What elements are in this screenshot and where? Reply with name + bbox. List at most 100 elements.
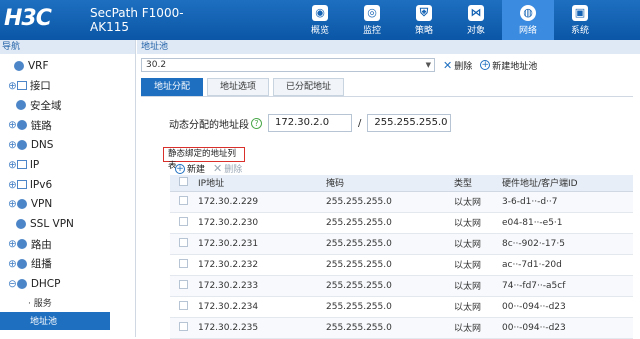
sidebar-item-ssl-vpn[interactable]: SSL VPN: [8, 214, 135, 234]
close-icon: ✕: [213, 162, 223, 175]
expand-icon: ⊕: [8, 178, 17, 191]
system-icon: ▣: [572, 4, 588, 21]
nav-label: 对象: [466, 25, 485, 36]
multicast-icon: [16, 258, 27, 269]
column-ip[interactable]: IP地址: [196, 175, 326, 192]
cell-type: 以太网: [454, 191, 498, 213]
ssl-vpn-icon: [16, 219, 26, 230]
nav-system[interactable]: ▣ 系统: [554, 0, 606, 40]
table-row[interactable]: 172.30.2.230 255.255.255.0 以太网 e04-81··-…: [170, 212, 633, 234]
sidebar-item-link[interactable]: ⊕ 链路: [8, 115, 135, 135]
cell-mask: 255.255.255.0: [326, 191, 454, 213]
row-checkbox[interactable]: [170, 212, 196, 234]
top-header: H3C SecPath F1000-AK115 ◉ 概览 ◎ 监控 ⛨ 策略 ⋈…: [0, 0, 640, 40]
cell-hw: 00··-094··-d23: [498, 296, 633, 318]
row-checkbox[interactable]: [170, 233, 196, 255]
table-row[interactable]: 172.30.2.229 255.255.255.0 以太网 3-6-d1··-…: [170, 191, 633, 213]
table-row[interactable]: 172.30.2.233 255.255.255.0 以太网 74··-fd7·…: [170, 275, 633, 297]
range-mask-input[interactable]: 255.255.255.0: [367, 114, 452, 132]
vpn-icon: [16, 199, 27, 210]
tab-address-allocation[interactable]: 地址分配: [141, 78, 204, 96]
cell-hw: 3-6-d1··-d··7: [498, 191, 633, 213]
static-binding-table: IP地址 掩码 类型 硬件地址/客户端ID 172.30.2.229 255.2…: [170, 175, 633, 339]
delete-pool-button[interactable]: ✕ 删除: [443, 59, 472, 72]
dynamic-range-row: 动态分配的地址段 ? 172.30.2.0 / 255.255.255.0: [169, 114, 452, 132]
cell-ip: 172.30.2.229: [196, 191, 326, 213]
sidebar-item-ipv6[interactable]: ⊕ IPv6: [8, 175, 135, 195]
column-hw-address[interactable]: 硬件地址/客户端ID: [498, 175, 633, 192]
sidebar-item-vrf[interactable]: VRF: [8, 56, 135, 76]
cell-ip: 172.30.2.232: [196, 254, 326, 276]
pool-select[interactable]: 30.2 ▼: [141, 58, 435, 72]
row-checkbox[interactable]: [170, 254, 196, 276]
dns-icon: [16, 140, 27, 151]
monitor-icon: ◎: [364, 4, 380, 21]
tab-allocated-addresses[interactable]: 已分配地址: [273, 78, 345, 96]
sidebar-item-security-zone[interactable]: 安全域: [8, 96, 135, 116]
cell-mask: 255.255.255.0: [326, 233, 454, 255]
column-mask[interactable]: 掩码: [326, 175, 454, 192]
row-checkbox[interactable]: [170, 296, 196, 318]
range-start-input[interactable]: 172.30.2.0: [268, 114, 352, 132]
row-checkbox[interactable]: [170, 191, 196, 213]
collapse-icon: ⊖: [8, 277, 17, 290]
static-binding-title: 静态绑定的地址列表: [163, 147, 245, 171]
sidebar-item-dns[interactable]: ⊕ DNS: [8, 135, 135, 155]
plus-icon: +: [175, 163, 185, 174]
cell-type: 以太网: [454, 317, 498, 339]
tab-address-options[interactable]: 地址选项: [207, 78, 270, 96]
help-icon[interactable]: ?: [251, 117, 262, 129]
device-model: SecPath F1000-AK115: [90, 6, 184, 34]
cell-mask: 255.255.255.0: [326, 254, 454, 276]
nav-network[interactable]: ◍ 网络: [502, 0, 554, 40]
ipv6-icon: [16, 180, 27, 190]
select-all-checkbox[interactable]: [170, 175, 196, 192]
nav-overview[interactable]: ◉ 概览: [294, 0, 346, 40]
nav-monitor[interactable]: ◎ 监控: [346, 0, 398, 40]
new-binding-button[interactable]: 新建: [187, 162, 205, 175]
main-content: 地址池 30.2 ▼ ✕ 删除 + 新建地址池 地址分配 地址选项 已分配地址 …: [137, 40, 640, 339]
delete-binding-button[interactable]: 删除: [224, 162, 242, 175]
nav-label: 系统: [570, 25, 589, 36]
chevron-down-icon: ▼: [425, 61, 431, 69]
vrf-icon: [14, 60, 24, 71]
tab-divider: [141, 96, 633, 97]
cell-hw: 00··-094··-d23: [498, 317, 633, 339]
table-row[interactable]: 172.30.2.231 255.255.255.0 以太网 8c··-902·…: [170, 233, 633, 255]
expand-icon: ⊕: [8, 198, 17, 211]
close-icon: ✕: [443, 58, 453, 72]
cell-ip: 172.30.2.230: [196, 212, 326, 234]
sidebar-subitem-address-pool[interactable]: 地址池: [0, 311, 110, 330]
table-row[interactable]: 172.30.2.232 255.255.255.0 以太网 ac··-7d1·…: [170, 254, 633, 276]
table-row[interactable]: 172.30.2.235 255.255.255.0 以太网 00··-094·…: [170, 317, 633, 339]
pool-toolbar: 30.2 ▼ ✕ 删除 + 新建地址池: [141, 58, 633, 72]
expand-icon: ⊕: [8, 139, 17, 152]
nav-policy[interactable]: ⛨ 策略: [398, 0, 450, 40]
row-checkbox[interactable]: [170, 275, 196, 297]
cell-type: 以太网: [454, 275, 498, 297]
cell-hw: e04-81··-e5·1: [498, 212, 633, 234]
table-row[interactable]: 172.30.2.234 255.255.255.0 以太网 00··-094·…: [170, 296, 633, 318]
cell-type: 以太网: [454, 212, 498, 234]
row-checkbox[interactable]: [170, 317, 196, 339]
sidebar-item-interface[interactable]: ⊕ 接口: [8, 76, 135, 96]
interface-icon: [16, 81, 27, 91]
cell-hw: ac··-7d1·-20d: [498, 254, 633, 276]
sidebar-item-vpn[interactable]: ⊕ VPN: [8, 195, 135, 215]
dhcp-icon: [16, 278, 27, 289]
nav-label: 网络: [518, 25, 537, 36]
nav-object[interactable]: ⋈ 对象: [450, 0, 502, 40]
sidebar-item-routing[interactable]: ⊕ 路由: [8, 234, 135, 254]
expand-icon: ⊕: [8, 79, 17, 92]
plus-icon: +: [480, 60, 491, 70]
range-label: 动态分配的地址段: [169, 119, 249, 131]
new-pool-button[interactable]: + 新建地址池: [480, 59, 537, 72]
cell-mask: 255.255.255.0: [326, 317, 454, 339]
sidebar-item-multicast[interactable]: ⊕ 组播: [8, 254, 135, 274]
expand-icon: ⊕: [8, 158, 17, 171]
sidebar-item-dhcp[interactable]: ⊖ DHCP: [8, 274, 135, 294]
sidebar-subitem-service[interactable]: · 服务: [0, 294, 135, 312]
column-type[interactable]: 类型: [454, 175, 498, 192]
brand-logo: H3C: [4, 6, 52, 31]
sidebar-item-ip[interactable]: ⊕ IP: [8, 155, 135, 175]
